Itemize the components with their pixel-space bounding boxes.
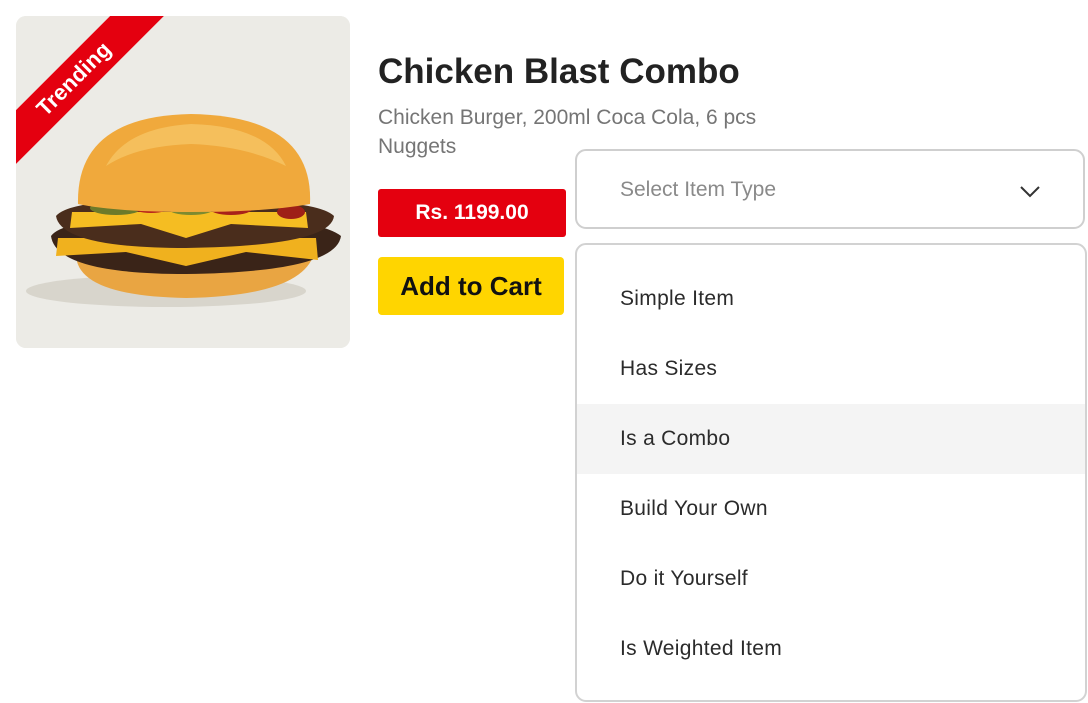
- product-title: Chicken Blast Combo: [378, 52, 740, 91]
- option-is-a-combo[interactable]: Is a Combo: [577, 404, 1085, 474]
- trending-badge: Trending: [16, 16, 166, 166]
- item-type-dropdown: Simple Item Has Sizes Is a Combo Build Y…: [575, 243, 1087, 702]
- trending-ribbon: Trending: [16, 16, 166, 166]
- option-is-weighted-item[interactable]: Is Weighted Item: [577, 614, 1085, 684]
- product-image: Trending: [16, 16, 350, 348]
- option-build-your-own[interactable]: Build Your Own: [577, 474, 1085, 544]
- price-badge: Rs. 1199.00: [378, 189, 566, 237]
- item-type-placeholder: Select Item Type: [620, 178, 777, 201]
- add-to-cart-button[interactable]: Add to Cart: [378, 257, 564, 315]
- option-has-sizes[interactable]: Has Sizes: [577, 334, 1085, 404]
- option-simple-item[interactable]: Simple Item: [577, 264, 1085, 334]
- item-type-select[interactable]: Select Item Type: [575, 149, 1085, 229]
- chevron-down-icon: [1020, 186, 1040, 198]
- option-do-it-yourself[interactable]: Do it Yourself: [577, 544, 1085, 614]
